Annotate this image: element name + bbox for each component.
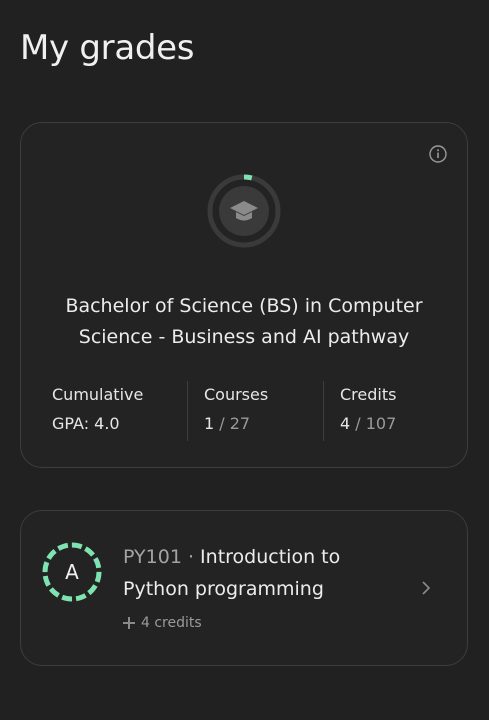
- stat-gpa-value: GPA: 4.0: [52, 414, 120, 433]
- stat-credits-done: 4: [340, 414, 351, 433]
- program-card: Bachelor of Science (BS) in Computer Sci…: [20, 122, 468, 468]
- course-card-py101[interactable]: A PY101 · Introduction to Python program…: [20, 510, 468, 666]
- degree-title: Bachelor of Science (BS) in Computer Sci…: [65, 295, 423, 348]
- course-code: PY101: [123, 546, 182, 568]
- stat-credits-total: / 107: [350, 414, 397, 433]
- course-credits: 4 credits: [123, 615, 202, 631]
- stat-courses-value: 1 / 27: [204, 413, 323, 435]
- program-progress-ring: [207, 174, 281, 248]
- course-credits-text: 4 credits: [141, 615, 202, 631]
- page-title: My grades: [20, 28, 195, 68]
- plus-icon: [123, 617, 135, 629]
- program-stats: Cumulative GPA: 4.0 Courses 1 / 27 Credi…: [21, 381, 467, 441]
- stat-credits-label: Credits: [340, 385, 397, 404]
- stat-courses: Courses 1 / 27: [187, 381, 323, 441]
- info-icon[interactable]: [429, 145, 447, 163]
- stat-credits: Credits 4 / 107: [323, 381, 467, 441]
- stat-gpa-label: Cumulative: [52, 385, 144, 404]
- chevron-right-icon[interactable]: [421, 581, 431, 595]
- grade-letter: A: [65, 560, 79, 584]
- stat-gpa: Cumulative GPA: 4.0: [21, 381, 187, 441]
- graduation-cap-icon: [219, 186, 269, 236]
- stat-courses-total: / 27: [214, 414, 251, 433]
- stat-courses-label: Courses: [204, 385, 269, 404]
- stat-credits-value: 4 / 107: [340, 413, 467, 435]
- stat-courses-done: 1: [204, 414, 215, 433]
- course-title: PY101 · Introduction to Python programmi…: [123, 541, 393, 605]
- course-separator: ·: [181, 546, 201, 568]
